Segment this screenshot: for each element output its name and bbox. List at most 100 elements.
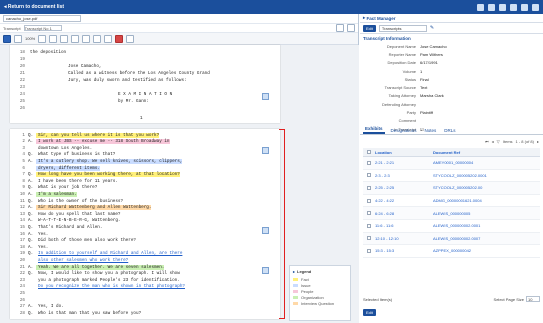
- location-cell[interactable]: 11:6 - 11:6: [375, 223, 433, 228]
- tab-exhibits[interactable]: Exhibits: [363, 125, 385, 134]
- document-ref-cell[interactable]: AMEY0001_00000004: [433, 160, 540, 165]
- note-icon[interactable]: [262, 227, 269, 234]
- refresh-icon[interactable]: [336, 24, 344, 32]
- table-row[interactable]: 2:21 - 2:21 AMEY0001_00000004: [363, 157, 540, 170]
- print-icon[interactable]: [488, 3, 495, 11]
- location-cell[interactable]: 2:3 - 2:3: [375, 173, 433, 178]
- select-all-checkbox[interactable]: [367, 150, 371, 154]
- help-icon[interactable]: [532, 3, 539, 11]
- document-ref-header[interactable]: Document Ref: [433, 150, 540, 155]
- location-cell[interactable]: 6:24 - 6:28: [375, 211, 433, 216]
- document-ref-cell[interactable]: ALEWIS_000000002.0007: [433, 236, 540, 241]
- document-ref-cell[interactable]: AZPPEX_000000042: [433, 248, 540, 253]
- location-header[interactable]: Location: [375, 150, 433, 155]
- menu-icon[interactable]: [3, 34, 11, 43]
- selection-bracket[interactable]: [279, 129, 285, 319]
- location-cell[interactable]: 2:21 - 2:21: [375, 160, 433, 165]
- transcript-line[interactable]: 22 Q. Now, I would like to show you a phot…: [10, 271, 180, 277]
- first-page-icon[interactable]: [49, 34, 58, 43]
- zoom-out-icon[interactable]: [14, 34, 22, 43]
- row-checkbox[interactable]: [367, 198, 371, 203]
- transcript-line[interactable]: 21 A. Yeah. We are all together. We are se…: [10, 264, 165, 270]
- document-ref-cell[interactable]: ALEWIS_000000002.0001: [433, 223, 540, 228]
- export-icon[interactable]: [347, 24, 355, 32]
- row-checkbox[interactable]: [367, 185, 371, 190]
- transcript-line[interactable]: 16 A. Yes.: [10, 231, 49, 237]
- transcript-line[interactable]: 27 A. Yes, I do.: [10, 304, 64, 310]
- transcript-line[interactable]: 17 Q. Did both of those men also work ther…: [10, 238, 136, 244]
- note-icon[interactable]: [262, 147, 269, 154]
- pencil-icon[interactable]: ✎: [430, 25, 434, 31]
- transcript-line[interactable]: 20 Jose Camacho,: [10, 63, 102, 69]
- transcript-line[interactable]: 24 E X A M I N A T I O N: [10, 91, 172, 97]
- row-checkbox[interactable]: [367, 223, 371, 228]
- location-cell[interactable]: 4:22 - 4:22: [375, 198, 433, 203]
- transcript-line[interactable]: 11 Q. Who is the owner of the business?: [10, 198, 123, 204]
- edit-button[interactable]: Edit: [363, 309, 376, 316]
- transcript-line[interactable]: 1 Q. Sir, can you tell us where it is that…: [10, 132, 160, 138]
- note-icon[interactable]: [262, 93, 269, 100]
- transcript-line[interactable]: 23: [10, 84, 30, 90]
- transcript-line[interactable]: 8 A. I have been there for 11 years.: [10, 178, 118, 184]
- file-name-field[interactable]: canacho_jose.pdf: [3, 15, 81, 22]
- transcript-line[interactable]: 26: [10, 105, 30, 111]
- table-row[interactable]: 2:3 - 2:3 STYCOOLZ_000005202.0001: [363, 170, 540, 183]
- prev-page-icon[interactable]: [60, 34, 69, 43]
- row-checkbox[interactable]: [367, 248, 371, 253]
- transcript-line[interactable]: 22 Jury, was duly sworn and testified as …: [10, 77, 187, 83]
- filter-icon[interactable]: ▽: [497, 139, 500, 144]
- transcript-line[interactable]: 3 downtown Los Angeles.: [10, 145, 92, 151]
- transcript-line[interactable]: 15 Q. That's Richard and Allen.: [10, 224, 103, 230]
- table-row[interactable]: 6:24 - 6:28 ALEWIS_000000005: [363, 207, 540, 220]
- transcript-line[interactable]: 5 A. It's a cutlery shop. We sell knives, …: [10, 158, 183, 164]
- transcript-line[interactable]: 25 by Mr. Gann:: [10, 98, 149, 104]
- transcript-line[interactable]: 7 Q. How long have you been working there,…: [10, 172, 180, 178]
- selected-items-label[interactable]: Selected Item(s): [363, 297, 392, 302]
- document-ref-cell[interactable]: STYCOOLZ_000005202.00: [433, 185, 540, 190]
- table-row[interactable]: 15:3 - 15:3 AZPPEX_000000042: [363, 245, 540, 258]
- transcript-line[interactable]: 19 Q. In addition to yourself and Richard …: [10, 251, 183, 257]
- document-ref-cell[interactable]: STYCOOLZ_000005202.0001: [433, 173, 540, 178]
- zoom-level[interactable]: 100%: [25, 36, 35, 41]
- page-size-select[interactable]: 10: [526, 296, 540, 302]
- transcript-line[interactable]: 10 A. I'm a salesman.: [10, 191, 77, 197]
- next-page-icon[interactable]: ▸: [537, 139, 539, 144]
- document-ref-cell[interactable]: ADMG_00000001621.0004: [433, 198, 540, 203]
- transcript-line[interactable]: 26: [10, 297, 38, 303]
- transcript-select[interactable]: Transcript No 1: [23, 25, 62, 31]
- location-cell[interactable]: 12:10 - 12:10: [375, 236, 433, 241]
- zoom-in-icon[interactable]: [38, 34, 47, 43]
- table-row[interactable]: 4:22 - 4:22 ADMG_00000001621.0004: [363, 195, 540, 208]
- download-icon[interactable]: [499, 3, 506, 11]
- document-viewer[interactable]: 18 the deposition 19 20 Jose Camacho, 21 Calle…: [0, 45, 359, 323]
- table-row[interactable]: 11:6 - 11:6 ALEWIS_000000002.0001: [363, 220, 540, 233]
- row-checkbox[interactable]: [367, 160, 371, 165]
- first-page-icon[interactable]: ⏮: [485, 139, 489, 144]
- transcript-line[interactable]: 6 dryers, different items.: [10, 165, 100, 171]
- annotate-icon[interactable]: [126, 34, 135, 43]
- transcript-line[interactable]: 4 Q. What type of business is that?: [10, 152, 115, 158]
- grid-icon[interactable]: [477, 3, 484, 11]
- transcript-line[interactable]: 18 the deposition: [10, 49, 66, 55]
- transcript-line[interactable]: 24 Do you recognize the man who is shown …: [10, 284, 185, 290]
- row-checkbox[interactable]: [367, 211, 371, 216]
- edit-button[interactable]: Edit: [363, 24, 376, 32]
- next-page-icon[interactable]: [71, 34, 80, 43]
- transcript-line[interactable]: 13 Q. How do you spell that last name?: [10, 211, 121, 217]
- fact-type-select[interactable]: Transcripts: [378, 24, 427, 32]
- back-to-document-list-link[interactable]: ◂ Return to document list: [4, 4, 64, 10]
- transcript-line[interactable]: 2 A. I work at JBS -- excuse me -- 318 Sou…: [10, 139, 170, 145]
- location-cell[interactable]: 15:3 - 15:3: [375, 248, 433, 253]
- row-checkbox[interactable]: [367, 236, 371, 241]
- highlight-icon[interactable]: [115, 34, 124, 43]
- tab-notes[interactable]: Notes: [423, 127, 439, 134]
- transcript-line[interactable]: 23 you a photograph marked People's 23 fo…: [10, 277, 180, 283]
- transcript-line[interactable]: 14 A. W-A-T-T-E-N-B-E-R-G, Wattenberg.: [10, 218, 121, 224]
- transcript-line[interactable]: 21 Called as a witness before the Los Ang…: [10, 70, 210, 76]
- settings-icon[interactable]: [510, 3, 517, 11]
- transcript-line[interactable]: 25: [10, 290, 38, 296]
- fullscreen-icon[interactable]: [521, 3, 528, 11]
- document-ref-cell[interactable]: ALEWIS_000000005: [433, 211, 540, 216]
- location-cell[interactable]: 2:25 - 2:25: [375, 185, 433, 190]
- note-icon[interactable]: [262, 267, 269, 274]
